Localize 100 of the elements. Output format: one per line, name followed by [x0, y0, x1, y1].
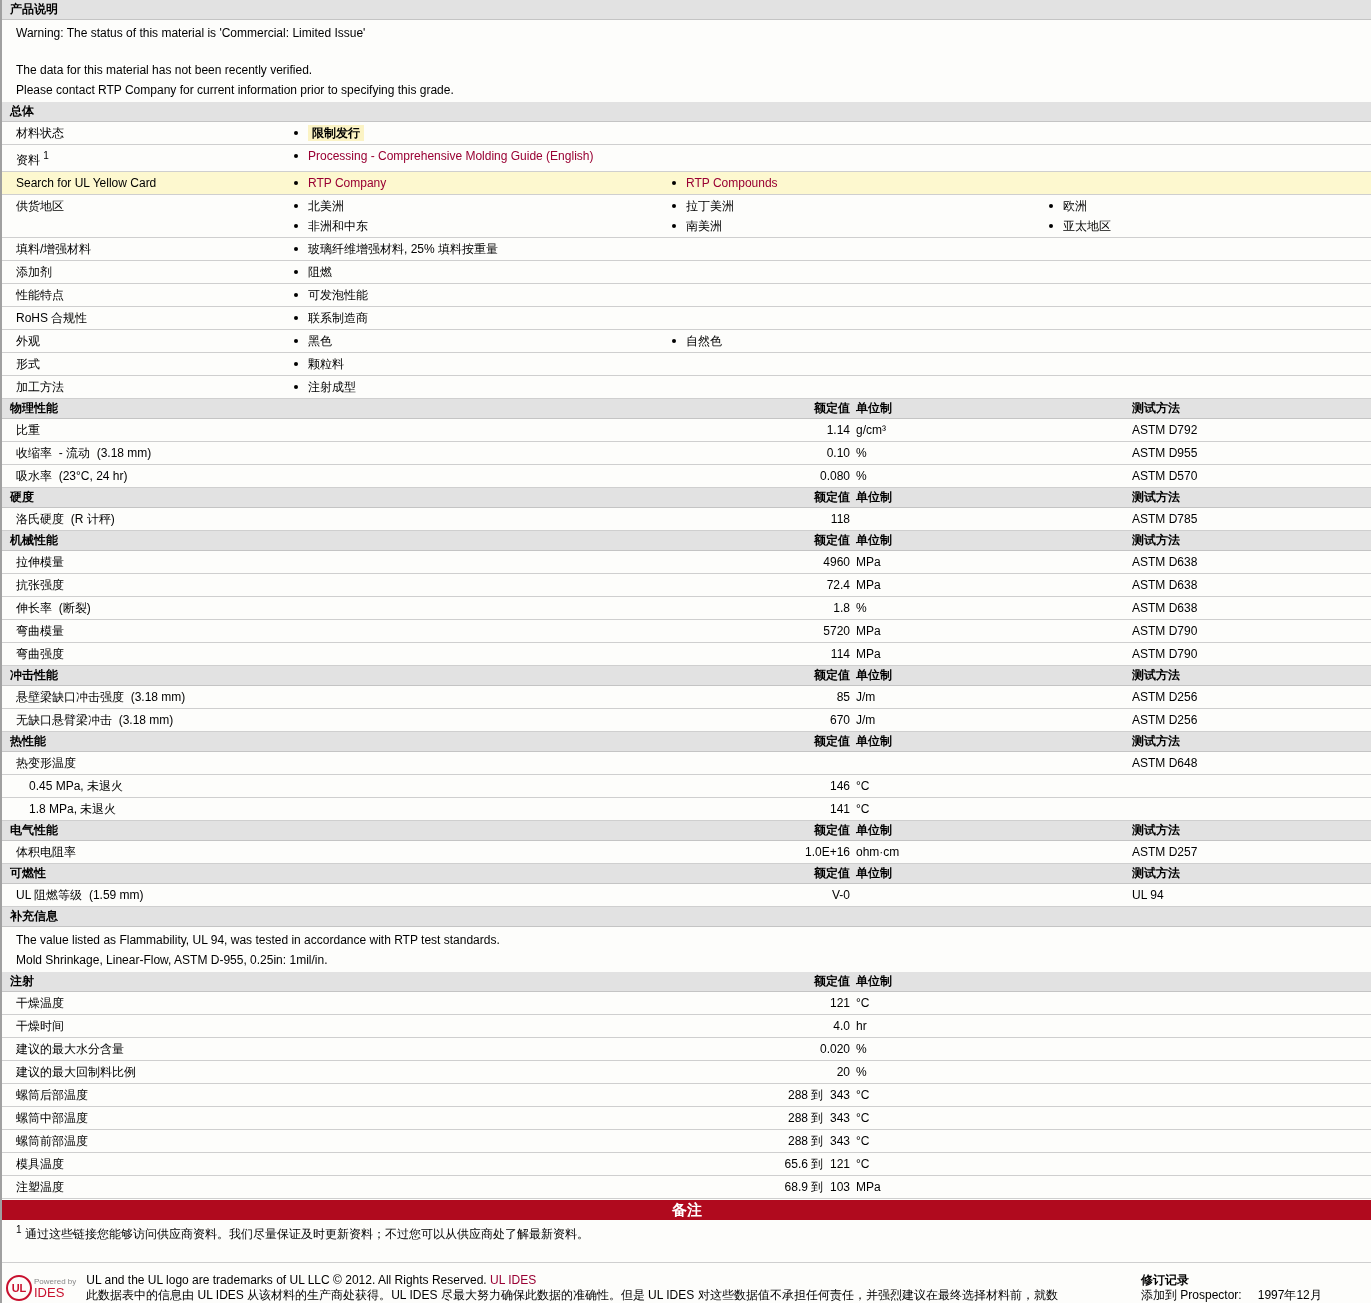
- test-method: ASTM D257: [1132, 845, 1198, 859]
- property-label: 无缺口悬臂梁冲击 (3.18 mm): [15, 711, 175, 729]
- section-title: 热性能: [9, 733, 47, 750]
- property-value: 4960: [823, 555, 850, 569]
- trademark-text: UL and the UL logo are trademarks of UL LLC © 2012. All Rights Reserved.: [86, 1273, 487, 1287]
- test-method: ASTM D638: [1132, 555, 1198, 569]
- property-value: 1.14: [826, 423, 850, 437]
- section-title: 冲击性能: [9, 667, 59, 684]
- property-label: 性能特点: [15, 287, 65, 303]
- property-value: 拉丁美洲: [686, 198, 734, 214]
- property-value: 68.9 到 103: [784, 1179, 850, 1194]
- bullet-icon: [672, 339, 676, 343]
- unit-text: °C: [856, 779, 870, 793]
- note-text: Warning: The status of this material is 'Commercial: Limited Issue': [16, 25, 367, 42]
- note-text: Please contact RTP Company for current information prior to specifying this grade.: [16, 82, 455, 99]
- property-label: 0.45 MPa, 未退火: [28, 777, 125, 795]
- property-label: 体积电阻率: [15, 843, 77, 861]
- disclaimer-text: 此数据表中的信息由 UL IDES 从该材料的生产商处获得。UL IDES 尽最大努力确保此数据的准确性。但是 UL IDES 对这些数据值不承担任何责任，并强烈建议在最终选择材料前，就数: [86, 1288, 1059, 1303]
- property-value: 146: [829, 779, 850, 793]
- note-text: The data for this material has not been recently verified.: [16, 62, 314, 79]
- logo-caption: Powered by: [34, 1277, 77, 1286]
- logo-text: IDES: [34, 1285, 66, 1299]
- test-method: ASTM D256: [1132, 713, 1198, 727]
- section-title: 产品说明: [10, 1, 58, 18]
- property-label: 外观: [15, 333, 41, 349]
- column-header: 测试方法: [1132, 865, 1181, 882]
- section-title: 注射: [9, 973, 35, 990]
- column-header: 单位制: [855, 865, 893, 882]
- bullet-icon: [294, 339, 298, 343]
- unit-text: MPa: [856, 1180, 881, 1194]
- test-method: ASTM D570: [1132, 469, 1198, 483]
- bullet-icon: [294, 247, 298, 251]
- link[interactable]: UL IDES: [490, 1273, 537, 1287]
- column-header: 额定值: [813, 532, 850, 549]
- link[interactable]: RTP Compounds: [686, 175, 778, 191]
- unit-text: °C: [856, 996, 870, 1010]
- property-value: 南美洲: [686, 218, 722, 234]
- property-value: 4.0: [833, 1019, 850, 1033]
- property-label: 建议的最大回制料比例: [15, 1063, 137, 1081]
- column-header: 额定值: [813, 489, 850, 506]
- property-value: 670: [829, 713, 850, 727]
- column-header: 单位制: [855, 400, 893, 417]
- section-title: 物理性能: [9, 400, 59, 417]
- property-label: 填料/增强材料: [15, 241, 93, 257]
- property-value: 亚太地区: [1063, 218, 1111, 234]
- property-label: 螺筒前部温度: [15, 1132, 89, 1150]
- property-label: 注塑温度: [15, 1178, 65, 1196]
- column-header: 单位制: [855, 733, 893, 750]
- test-method: UL 94: [1132, 888, 1164, 902]
- property-value: 20: [836, 1065, 850, 1079]
- unit-text: °C: [856, 1134, 870, 1148]
- property-label: 添加剂: [15, 264, 53, 280]
- column-header: 单位制: [855, 489, 893, 506]
- bullet-icon: [1049, 204, 1053, 208]
- logo-text: UL: [11, 1282, 27, 1294]
- revision-title: 修订记录: [1141, 1273, 1190, 1288]
- unit-text: ohm·cm: [856, 845, 900, 859]
- property-value: 阻燃: [308, 264, 332, 280]
- status-label: 限制发行: [308, 125, 364, 141]
- test-method: ASTM D790: [1132, 647, 1198, 661]
- column-header: 测试方法: [1132, 489, 1181, 506]
- property-label: 抗张强度: [15, 576, 65, 594]
- unit-text: °C: [856, 1157, 870, 1171]
- property-value: 自然色: [686, 333, 722, 349]
- bullet-icon: [672, 224, 676, 228]
- property-label: 收缩率 - 流动 (3.18 mm): [15, 444, 153, 462]
- property-value: 非洲和中东: [308, 218, 368, 234]
- property-value: 北美洲: [308, 198, 344, 214]
- property-label: 供货地区: [15, 198, 65, 215]
- property-label: 模具温度: [15, 1155, 65, 1173]
- note-text: Mold Shrinkage, Linear-Flow, ASTM D-955, 0.25in: 1mil/in.: [16, 952, 329, 969]
- property-label: 洛氏硬度 (R 计秤): [15, 510, 116, 528]
- section-title: 可燃性: [9, 865, 47, 882]
- link[interactable]: RTP Company: [308, 175, 387, 191]
- property-value: 0.10: [826, 446, 850, 460]
- link[interactable]: Processing - Comprehensive Molding Guide (English): [308, 148, 594, 164]
- property-value: 141: [829, 802, 850, 816]
- column-header: 测试方法: [1132, 733, 1181, 750]
- unit-text: %: [856, 1042, 867, 1056]
- test-method: ASTM D785: [1132, 512, 1198, 526]
- note-text: The value listed as Flammability, UL 94, was tested in accordance with RTP test standards.: [16, 932, 501, 949]
- unit-text: °C: [856, 1088, 870, 1102]
- property-label: 螺筒中部温度: [15, 1109, 89, 1127]
- property-value: 121: [829, 996, 850, 1010]
- bullet-icon: [672, 181, 676, 185]
- column-header: 单位制: [855, 822, 893, 839]
- property-value: 65.6 到 121: [784, 1156, 850, 1171]
- property-value: 玻璃纤维增强材料, 25% 填料按重量: [308, 241, 499, 257]
- test-method: ASTM D648: [1132, 756, 1198, 770]
- bullet-icon: [294, 316, 298, 320]
- bullet-icon: [294, 362, 298, 366]
- property-value: 72.4: [826, 578, 850, 592]
- section-title: 补充信息: [10, 908, 58, 925]
- property-label: 建议的最大水分含量: [15, 1040, 125, 1058]
- property-label: 资料 $^{1}$: [15, 149, 50, 168]
- property-value: 颗粒料: [308, 356, 344, 372]
- bullet-icon: [294, 385, 298, 389]
- column-header: 单位制: [855, 532, 893, 549]
- test-method: ASTM D955: [1132, 446, 1198, 460]
- bullet-icon: [294, 181, 298, 185]
